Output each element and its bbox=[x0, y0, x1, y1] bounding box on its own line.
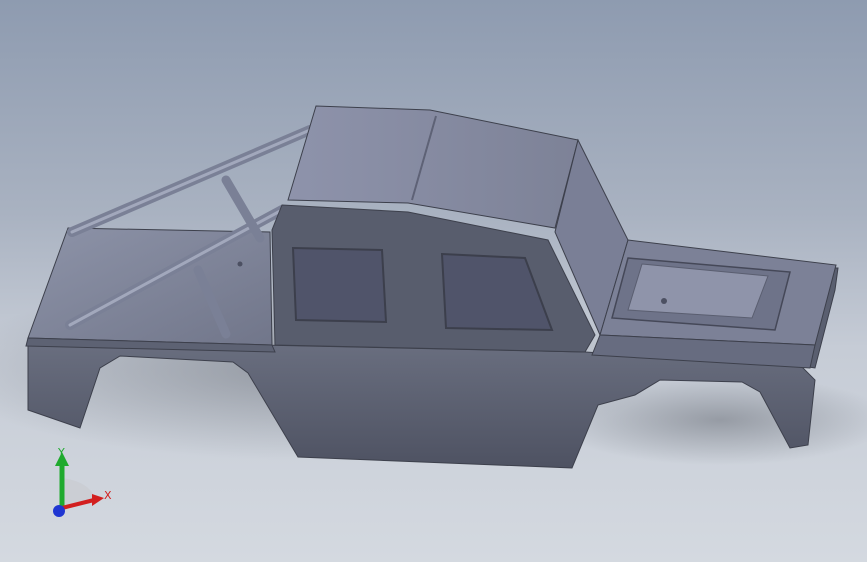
x-axis-label: X bbox=[104, 489, 112, 502]
cab-window-rear[interactable] bbox=[291, 246, 388, 324]
deck-bolt-hole bbox=[237, 261, 243, 267]
x-axis-arrow bbox=[92, 494, 104, 506]
cad-viewport[interactable]: Y X bbox=[0, 0, 867, 562]
coordinate-triad[interactable]: Y X bbox=[40, 440, 130, 530]
z-axis-cap bbox=[53, 505, 65, 517]
y-axis-label: Y bbox=[57, 446, 65, 459]
car-body-model[interactable] bbox=[0, 0, 867, 562]
hood-bolt-hole bbox=[661, 298, 667, 304]
